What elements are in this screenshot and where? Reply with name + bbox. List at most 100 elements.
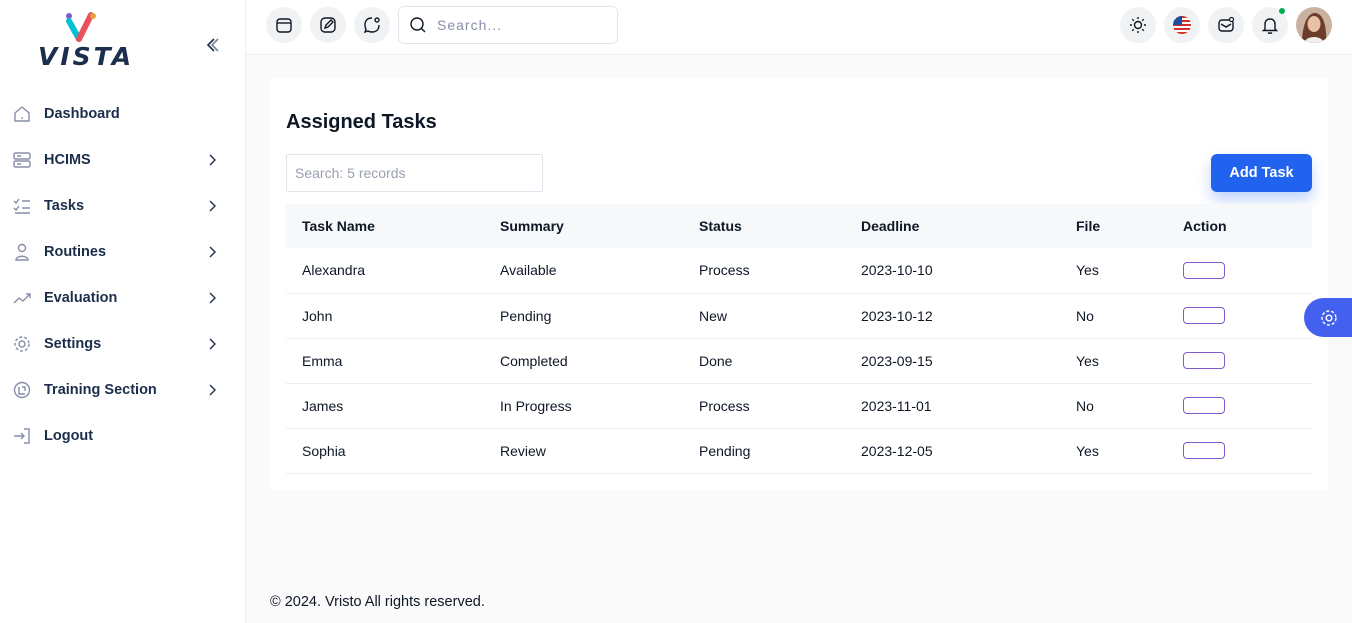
avatar-image bbox=[1296, 7, 1332, 43]
calendar-button[interactable] bbox=[266, 7, 302, 43]
sun-icon bbox=[1130, 17, 1146, 33]
cell-task-name: Emma bbox=[302, 352, 343, 369]
sidebar-item-routines[interactable]: Routines bbox=[0, 229, 246, 275]
brand-logo[interactable]: VISTA bbox=[38, 12, 142, 71]
sidebar-item-label: Tasks bbox=[44, 198, 85, 214]
brand-name: VISTA bbox=[38, 42, 135, 71]
edit-button[interactable] bbox=[310, 7, 346, 43]
cell-status: Pending bbox=[699, 442, 751, 459]
cell-task-name: Alexandra bbox=[302, 262, 366, 279]
sidebar-item-label: Training Section bbox=[44, 382, 157, 398]
column-header-file[interactable]: File bbox=[1060, 204, 1167, 248]
table-search-input[interactable] bbox=[286, 154, 543, 192]
messages-button[interactable] bbox=[1208, 7, 1244, 43]
cell-action bbox=[1167, 383, 1312, 428]
server-icon bbox=[12, 150, 32, 170]
table-row: Emma Completed Done 2023-09-15 Yes bbox=[286, 338, 1312, 383]
table-header-row: Task Name Summary Status Deadline File A… bbox=[286, 204, 1312, 248]
cell-task-name: James bbox=[302, 397, 344, 414]
chevron-right-icon bbox=[209, 246, 216, 258]
cell-action bbox=[1167, 248, 1312, 293]
cell-status: Done bbox=[699, 352, 733, 369]
sidebar-nav: Dashboard HCIMS Tasks Routines Evaluatio… bbox=[0, 91, 246, 459]
column-header-summary[interactable]: Summary bbox=[484, 204, 683, 248]
row-action-button[interactable] bbox=[1183, 442, 1225, 460]
cell-action bbox=[1167, 428, 1312, 473]
bell-icon bbox=[1261, 18, 1279, 34]
row-action-button[interactable] bbox=[1183, 307, 1225, 325]
sidebar-item-evaluation[interactable]: Evaluation bbox=[0, 275, 246, 321]
row-action-button[interactable] bbox=[1183, 262, 1225, 280]
cell-action bbox=[1167, 293, 1312, 338]
cell-status: Process bbox=[699, 397, 750, 414]
theme-toggle-button[interactable] bbox=[1120, 7, 1156, 43]
logout-icon bbox=[12, 426, 32, 446]
sidebar-item-logout[interactable]: Logout bbox=[0, 413, 246, 459]
sidebar-item-tasks[interactable]: Tasks bbox=[0, 183, 246, 229]
column-header-deadline[interactable]: Deadline bbox=[845, 204, 1060, 248]
chevron-right-icon bbox=[209, 384, 216, 396]
sidebar-item-label: Evaluation bbox=[44, 290, 118, 306]
sidebar-item-hcims[interactable]: HCIMS bbox=[0, 137, 246, 183]
theme-customizer-button[interactable] bbox=[1304, 298, 1352, 337]
cell-file: Yes bbox=[1076, 262, 1099, 279]
cell-file: Yes bbox=[1076, 442, 1099, 459]
cell-summary: Available bbox=[500, 262, 557, 279]
sidebar-item-settings[interactable]: Settings bbox=[0, 321, 246, 367]
user-avatar[interactable] bbox=[1296, 7, 1332, 43]
sidebar: VISTA Dashboard HCIMS Tasks Routines Eva… bbox=[0, 0, 246, 623]
cell-summary: Completed bbox=[500, 352, 568, 369]
sidebar-item-label: HCIMS bbox=[44, 152, 91, 168]
trend-up-icon bbox=[12, 288, 32, 308]
cell-summary: Pending bbox=[500, 307, 552, 324]
column-header-task-name[interactable]: Task Name bbox=[286, 204, 484, 248]
column-header-status[interactable]: Status bbox=[683, 204, 845, 248]
notification-dot bbox=[1279, 8, 1285, 14]
gear-icon bbox=[12, 334, 32, 354]
cell-deadline: 2023-12-05 bbox=[861, 442, 933, 459]
sidebar-item-label: Settings bbox=[44, 336, 102, 352]
language-button[interactable] bbox=[1164, 7, 1200, 43]
cell-status: Process bbox=[699, 262, 750, 279]
table-row: Alexandra Available Process 2023-10-10 Y… bbox=[286, 248, 1312, 293]
mail-icon bbox=[1218, 16, 1235, 32]
cell-summary: In Progress bbox=[500, 397, 572, 414]
sidebar-item-training-section[interactable]: Training Section bbox=[0, 367, 246, 413]
notifications-button[interactable] bbox=[1252, 7, 1288, 43]
add-task-button[interactable]: Add Task bbox=[1211, 154, 1312, 192]
header-search-input[interactable] bbox=[437, 17, 607, 33]
table-row: James In Progress Process 2023-11-01 No bbox=[286, 383, 1312, 428]
chat-icon bbox=[363, 17, 380, 34]
search-icon bbox=[410, 17, 426, 33]
calendar-icon bbox=[276, 18, 292, 33]
user-icon bbox=[12, 242, 32, 262]
chat-button[interactable] bbox=[354, 7, 390, 43]
cell-status: New bbox=[699, 307, 728, 324]
cell-task-name: Sophia bbox=[302, 442, 346, 459]
column-header-action: Action bbox=[1183, 218, 1227, 234]
cell-summary: Review bbox=[500, 442, 546, 459]
page-title: Assigned Tasks bbox=[286, 111, 437, 133]
edit-icon bbox=[320, 17, 336, 33]
gear-icon bbox=[1321, 309, 1337, 326]
cell-file: Yes bbox=[1076, 352, 1099, 369]
cell-action bbox=[1167, 338, 1312, 383]
cell-file: No bbox=[1076, 397, 1094, 414]
chevron-right-icon bbox=[209, 292, 216, 304]
tasks-table: Task Name Summary Status Deadline File A… bbox=[286, 204, 1312, 474]
sidebar-item-dashboard[interactable]: Dashboard bbox=[0, 91, 246, 137]
cell-deadline: 2023-11-01 bbox=[861, 397, 932, 414]
header-search[interactable] bbox=[398, 6, 618, 44]
row-action-button[interactable] bbox=[1183, 352, 1225, 370]
cell-deadline: 2023-09-15 bbox=[861, 352, 933, 369]
row-action-button[interactable] bbox=[1183, 397, 1225, 415]
collapse-sidebar-button[interactable] bbox=[202, 34, 224, 56]
sidebar-item-label: Routines bbox=[44, 244, 107, 260]
training-icon bbox=[12, 380, 32, 400]
chevron-right-icon bbox=[209, 154, 216, 166]
sidebar-item-label: Dashboard bbox=[44, 106, 120, 122]
sidebar-item-label: Logout bbox=[44, 428, 94, 444]
home-icon bbox=[12, 104, 32, 124]
cell-deadline: 2023-10-12 bbox=[861, 307, 933, 324]
cell-task-name: John bbox=[302, 307, 333, 324]
